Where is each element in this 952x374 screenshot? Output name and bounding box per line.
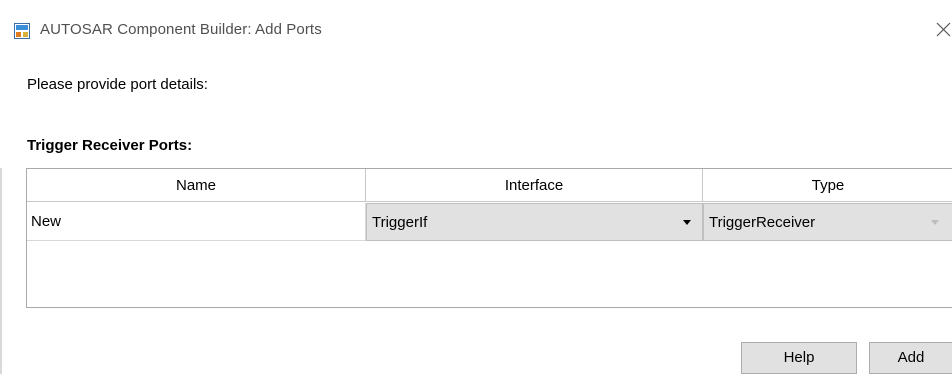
interface-dropdown[interactable]: TriggerIf [366, 203, 703, 241]
type-dropdown[interactable]: TriggerReceiver [703, 203, 952, 241]
window-title: AUTOSAR Component Builder: Add Ports [40, 21, 322, 38]
help-button[interactable]: Help [741, 342, 857, 374]
add-button[interactable]: Add [869, 342, 952, 374]
column-header-type[interactable]: Type [703, 169, 952, 202]
dropdown-arrow-icon [931, 220, 939, 225]
close-icon[interactable] [935, 21, 952, 38]
port-name-cell[interactable]: New [27, 203, 366, 241]
title-bar: AUTOSAR Component Builder: Add Ports [0, 0, 952, 62]
ports-table: Name Interface Type New TriggerIf Trigge… [26, 168, 952, 308]
interface-value: TriggerIf [372, 214, 428, 231]
instruction-text: Please provide port details: [27, 76, 208, 93]
window-edge [0, 168, 2, 374]
dropdown-arrow-icon [683, 220, 691, 225]
port-name-value: New [31, 213, 62, 230]
section-heading: Trigger Receiver Ports: [27, 137, 193, 154]
simulink-app-icon [14, 23, 30, 39]
column-header-name[interactable]: Name [27, 169, 366, 202]
column-header-interface[interactable]: Interface [366, 169, 703, 202]
type-value: TriggerReceiver [709, 214, 816, 231]
